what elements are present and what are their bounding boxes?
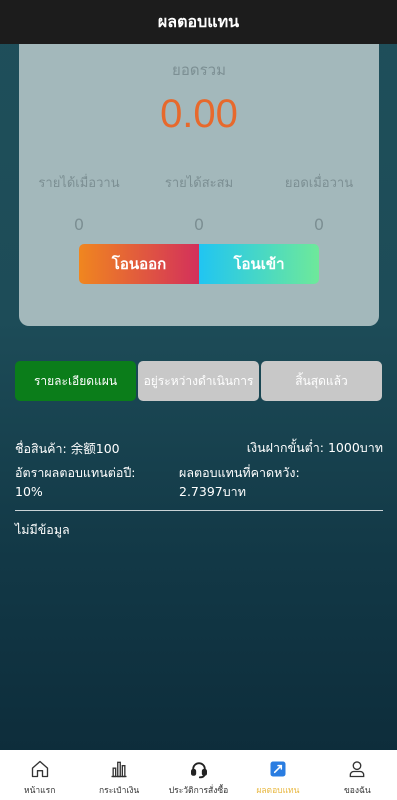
stat-value: 0 — [73, 215, 85, 234]
trend-icon — [270, 761, 286, 777]
transfer-in-button[interactable]: โอนเข้า — [199, 244, 319, 284]
summary-card: ยอดรวม 0.00 รายได้เมื่อวาน 0 รายได้สะสม … — [19, 44, 379, 326]
annual-rate: อัตราผลตอบแทนต่อปี: 10% — [15, 463, 179, 501]
home-icon — [31, 760, 48, 778]
nav-label: ของฉัน — [343, 786, 371, 796]
nav-label: กระเป๋าเงิน — [99, 786, 140, 796]
nav-item-wallet[interactable]: กระเป๋าเงิน — [79, 750, 158, 800]
tab-finished[interactable]: สิ้นสุดแล้ว — [261, 361, 382, 401]
nav-label: ประวัติการสั่งซื้อ — [168, 786, 229, 796]
nav-label: หน้าแรก — [24, 786, 56, 796]
expected-return: ผลตอบแทนที่คาดหวัง: 2.7397บาท — [179, 463, 383, 501]
plan-tabs: รายละเอียดแผน อยู่ระหว่างดำเนินการ สิ้นส… — [15, 361, 383, 401]
plan-info: ชื่อสินค้า: 余额100 เงินฝากขั้นต่ำ: 1000บา… — [15, 438, 383, 501]
total-value: 0.00 — [160, 92, 238, 136]
nav-item-returns[interactable]: ผลตอบแทน — [238, 750, 317, 800]
tab-in-progress[interactable]: อยู่ระหว่างดำเนินการ — [138, 361, 259, 401]
min-deposit: เงินฝากขั้นต่ำ: 1000บาท — [247, 438, 383, 460]
nav-label: ผลตอบแทน — [256, 786, 300, 796]
bar-chart-icon — [111, 761, 127, 778]
nav-item-order-history[interactable]: ประวัติการสั่งซื้อ — [159, 750, 238, 800]
total-label: ยอดรวม — [172, 61, 226, 79]
tab-plan-details[interactable]: รายละเอียดแผน — [15, 361, 136, 401]
stat-label: รายได้เมื่อวาน — [38, 176, 120, 191]
product-label: ชื่อสินค้า: — [15, 441, 67, 456]
divider — [15, 510, 383, 511]
expected-return-value: 2.7397บาท — [179, 484, 246, 499]
user-icon — [349, 761, 365, 778]
transfer-buttons: โอนออก โอนเข้า — [79, 244, 319, 284]
stat-label: รายได้สะสม — [164, 176, 234, 191]
stat-value: 0 — [193, 215, 205, 234]
no-data-text: ไม่มีข้อมูล — [15, 522, 70, 537]
min-deposit-label: เงินฝากขั้นต่ำ: — [246, 440, 324, 455]
min-deposit-value: 1000บาท — [327, 440, 383, 455]
product-name: ชื่อสินค้า: 余额100 — [15, 438, 120, 460]
headset-icon — [190, 762, 207, 779]
expected-return-label: ผลตอบแทนที่คาดหวัง: — [179, 465, 300, 480]
stat-label: ยอดเมื่อวาน — [284, 176, 354, 191]
nav-item-profile[interactable]: ของฉัน — [318, 750, 397, 800]
page-title: ผลตอบแทน — [157, 11, 240, 31]
nav-item-home[interactable]: หน้าแรก — [0, 750, 79, 800]
annual-rate-value: 10% — [15, 484, 43, 499]
transfer-out-button[interactable]: โอนออก — [79, 244, 199, 284]
product-value: 余额100 — [70, 441, 120, 456]
page-header: ผลตอบแทน — [0, 0, 397, 44]
stat-yesterday-balance: ยอดเมื่อวาน 0 — [259, 172, 379, 234]
annual-rate-label: อัตราผลตอบแทนต่อปี: — [15, 465, 136, 480]
bottom-navigation: หน้าแรก กระเป๋าเงิน ประวัติการสั่งซื้อ ผ… — [0, 750, 397, 800]
stat-accumulated-income: รายได้สะสม 0 — [139, 172, 259, 234]
stat-yesterday-income: รายได้เมื่อวาน 0 — [19, 172, 139, 234]
stat-value: 0 — [313, 215, 325, 234]
